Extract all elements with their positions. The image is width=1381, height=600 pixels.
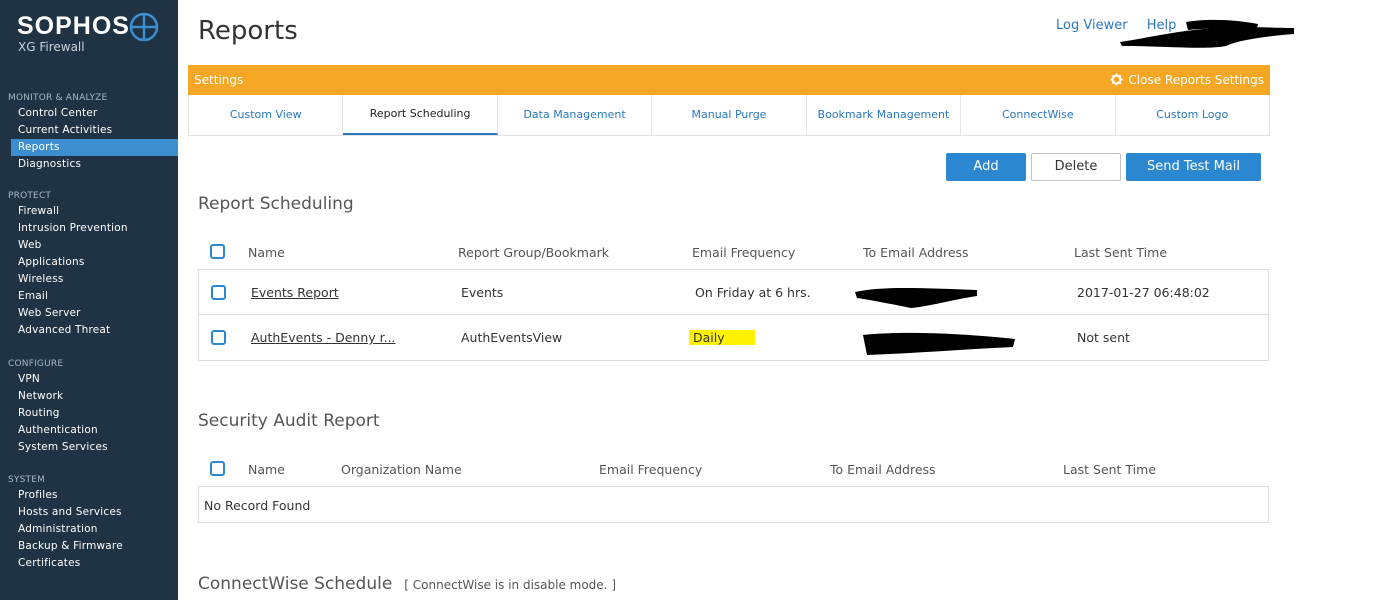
report-scheduling-title: Report Scheduling [198,194,354,214]
report-scheduling-table: Events Report Events On Friday at 6 hrs.… [198,269,1269,361]
table-row: Events Report Events On Friday at 6 hrs.… [199,270,1268,315]
sidebar-item-current-activities[interactable]: Current Activities [0,122,178,139]
nav-heading: PROTECT [8,191,52,201]
column-header-to-email[interactable]: To Email Address [830,462,936,477]
tab-manual-purge[interactable]: Manual Purge [652,95,807,135]
sidebar-item-email[interactable]: Email [0,288,178,305]
nav-section-protect: PROTECT Firewall Intrusion Prevention We… [0,189,178,339]
empty-state-text: No Record Found [204,498,311,513]
nav-section-monitor: MONITOR & ANALYZE Control Center Current… [0,91,178,173]
email-frequency: Daily [689,330,755,345]
sidebar-item-web[interactable]: Web [0,237,178,254]
column-header-to-email[interactable]: To Email Address [863,245,969,260]
sidebar-item-web-server[interactable]: Web Server [0,305,178,322]
connectwise-title: ConnectWise Schedule [198,574,393,594]
app: SOPHOS XG Firewall MONITOR & ANALYZE Con… [0,0,1381,600]
sidebar-item-applications[interactable]: Applications [0,254,178,271]
close-settings-label: Close Reports Settings [1128,73,1264,87]
select-all-checkbox[interactable] [210,461,225,476]
sidebar-item-diagnostics[interactable]: Diagnostics [0,156,178,173]
tab-connectwise[interactable]: ConnectWise [961,95,1116,135]
redaction-mark [1120,19,1294,48]
last-sent-time: 2017-01-27 06:48:02 [1077,285,1210,300]
sidebar-item-profiles[interactable]: Profiles [0,487,178,504]
redacted-email [863,332,1015,355]
nav-heading: SYSTEM [8,475,46,485]
sidebar-item-system-services[interactable]: System Services [0,439,178,456]
column-header-last-sent[interactable]: Last Sent Time [1074,245,1167,260]
report-group: AuthEventsView [461,330,563,345]
send-test-mail-button[interactable]: Send Test Mail [1126,153,1261,181]
sidebar-item-vpn[interactable]: VPN [0,371,178,388]
security-audit-title: Security Audit Report [198,411,380,431]
security-audit-table: No Record Found [198,486,1269,523]
sidebar-item-wireless[interactable]: Wireless [0,271,178,288]
settings-tabs: Custom View Report Scheduling Data Manag… [188,95,1270,136]
sidebar-item-reports[interactable]: Reports [11,139,178,156]
brand: SOPHOS XG Firewall [17,12,130,54]
tab-custom-view[interactable]: Custom View [189,95,344,135]
highlighted-frequency: Daily [689,330,755,345]
sidebar-item-firewall[interactable]: Firewall [0,203,178,220]
nav-section-configure: CONFIGURE VPN Network Routing Authentica… [0,357,178,456]
row-checkbox[interactable] [211,285,226,300]
sophos-logo-icon [129,12,159,42]
redacted-email [855,288,977,308]
report-name-link[interactable]: AuthEvents - Denny r... [251,330,396,345]
column-header-last-sent[interactable]: Last Sent Time [1063,462,1156,477]
brand-name: SOPHOS [17,12,130,40]
report-group: Events [461,285,504,300]
sidebar-item-control-center[interactable]: Control Center [0,105,178,122]
column-header-email-frequency[interactable]: Email Frequency [599,462,702,477]
delete-button[interactable]: Delete [1031,153,1121,181]
add-button[interactable]: Add [946,153,1026,181]
connectwise-note: [ ConnectWise is in disable mode. ] [404,578,616,592]
sidebar-item-certificates[interactable]: Certificates [0,555,178,572]
report-name-link[interactable]: Events Report [251,285,339,300]
nav-section-system: SYSTEM Profiles Hosts and Services Admin… [0,473,178,572]
nav-heading: CONFIGURE [8,359,64,369]
sidebar-item-intrusion-prevention[interactable]: Intrusion Prevention [0,220,178,237]
last-sent-time: Not sent [1077,330,1130,345]
sidebar-item-backup-firmware[interactable]: Backup & Firmware [0,538,178,555]
column-header-name[interactable]: Name [248,462,285,477]
column-header-name[interactable]: Name [248,245,285,260]
sidebar-item-administration[interactable]: Administration [0,521,178,538]
settings-label: Settings [194,73,244,87]
sidebar-item-network[interactable]: Network [0,388,178,405]
column-header-report-group[interactable]: Report Group/Bookmark [458,245,609,260]
sidebar-item-authentication[interactable]: Authentication [0,422,178,439]
page-title: Reports [198,16,298,46]
tab-report-scheduling[interactable]: Report Scheduling [343,95,498,135]
tab-data-management[interactable]: Data Management [498,95,653,135]
column-header-email-frequency[interactable]: Email Frequency [692,245,795,260]
nav-heading: MONITOR & ANALYZE [8,93,108,103]
connectwise-section: ConnectWise Schedule [ ConnectWise is in … [198,574,616,594]
select-all-checkbox[interactable] [210,244,225,259]
gear-icon [1110,73,1123,86]
sidebar-item-routing[interactable]: Routing [0,405,178,422]
main-content: Reports Log Viewer Help Settings Close R… [178,0,1381,600]
sidebar-item-advanced-threat[interactable]: Advanced Threat [0,322,178,339]
sidebar: SOPHOS XG Firewall MONITOR & ANALYZE Con… [0,0,178,600]
row-checkbox[interactable] [211,330,226,345]
column-header-organization[interactable]: Organization Name [341,462,462,477]
email-frequency: On Friday at 6 hrs. [695,285,811,300]
close-settings-button[interactable]: Close Reports Settings [1110,73,1264,87]
tab-bookmark-management[interactable]: Bookmark Management [807,95,962,135]
brand-product: XG Firewall [18,40,85,54]
sidebar-item-hosts-and-services[interactable]: Hosts and Services [0,504,178,521]
tab-custom-logo[interactable]: Custom Logo [1116,95,1269,135]
table-row: AuthEvents - Denny r... AuthEventsView D… [199,315,1268,360]
settings-bar: Settings Close Reports Settings [188,65,1270,95]
